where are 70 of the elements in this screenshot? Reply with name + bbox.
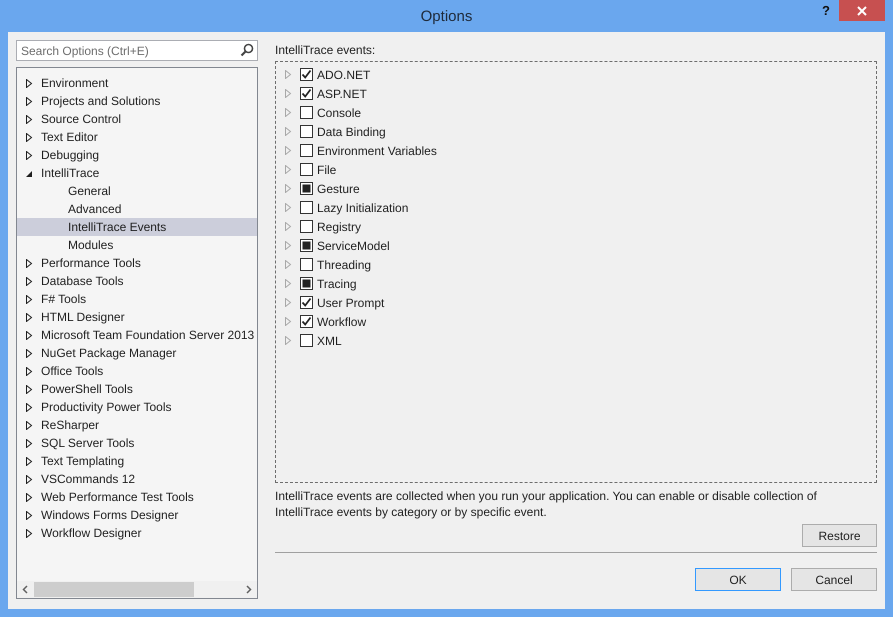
help-button[interactable]: ? xyxy=(813,0,839,21)
tree-item[interactable]: ReSharper xyxy=(17,416,257,434)
checkbox[interactable] xyxy=(300,258,313,271)
event-label: Console xyxy=(317,106,362,120)
window-title: Options xyxy=(420,8,472,24)
checkbox[interactable] xyxy=(300,201,313,214)
event-label: Registry xyxy=(317,220,362,234)
event-label: ASP.NET xyxy=(317,86,367,100)
event-label: Data Binding xyxy=(317,124,386,138)
checkbox[interactable] xyxy=(300,87,313,100)
tree-item[interactable]: Microsoft Team Foundation Server 2013 xyxy=(17,326,257,344)
dialog-button[interactable]: Cancel xyxy=(791,568,877,591)
search-field[interactable]: Search Options (Ctrl+E) xyxy=(16,40,258,61)
tree-item[interactable]: Windows Forms Designer xyxy=(17,506,257,524)
event-label: File xyxy=(317,162,336,176)
tree-item[interactable]: Office Tools xyxy=(17,362,257,380)
event-label: ServiceModel xyxy=(317,238,390,252)
checkbox[interactable] xyxy=(300,125,313,138)
event-label: Gesture xyxy=(317,182,360,196)
tree-item[interactable]: Advanced xyxy=(17,200,257,218)
checkbox[interactable] xyxy=(300,220,313,233)
tree-item[interactable]: IntelliTrace xyxy=(17,164,257,182)
tree-item[interactable]: VSCommands 12 xyxy=(17,470,257,488)
checkbox[interactable] xyxy=(300,68,313,81)
tree-item[interactable]: Environment xyxy=(17,74,257,92)
tree-item[interactable]: SQL Server Tools xyxy=(17,434,257,452)
checkbox[interactable] xyxy=(300,163,313,176)
search-icon xyxy=(240,43,254,57)
tree-item[interactable]: Text Templating xyxy=(17,452,257,470)
checkbox[interactable] xyxy=(300,334,313,347)
description-text: IntelliTrace events are collected when you run your application. You can enable or disable collection of IntelliTrace events by category or by specific event. xyxy=(275,488,818,520)
tree-item[interactable]: Web Performance Test Tools xyxy=(17,488,257,506)
event-label: ADO.NET xyxy=(317,68,370,82)
tree-item[interactable]: Modules xyxy=(17,236,257,254)
checkbox[interactable] xyxy=(300,182,313,195)
events-label: IntelliTrace events: xyxy=(275,43,376,59)
tree-item[interactable]: Productivity Power Tools xyxy=(17,398,257,416)
tree-item[interactable]: IntelliTrace Events xyxy=(17,218,257,236)
event-label: Lazy Initialization xyxy=(317,200,408,214)
event-label: User Prompt xyxy=(317,296,384,310)
event-label: XML xyxy=(317,334,342,348)
checkbox[interactable] xyxy=(300,277,313,290)
tree-item[interactable]: Workflow Designer xyxy=(17,524,257,542)
event-label: Workflow xyxy=(317,314,366,328)
checkbox[interactable] xyxy=(300,315,313,328)
checkbox[interactable] xyxy=(300,106,313,119)
tree-item[interactable]: Text Editor xyxy=(17,128,257,146)
tree-item[interactable]: Source Control xyxy=(17,110,257,128)
tree-item[interactable]: PowerShell Tools xyxy=(17,380,257,398)
tree-item[interactable]: Database Tools xyxy=(17,272,257,290)
tree-item[interactable]: Performance Tools xyxy=(17,254,257,272)
event-label: Environment Variables xyxy=(317,144,437,158)
tree-item[interactable]: HTML Designer xyxy=(17,308,257,326)
restore-button[interactable]: Restore xyxy=(802,524,877,547)
event-label: Threading xyxy=(317,258,372,272)
checkbox[interactable] xyxy=(300,296,313,309)
close-button[interactable] xyxy=(839,0,885,21)
tree-item[interactable]: F# Tools xyxy=(17,290,257,308)
tree-item[interactable]: Debugging xyxy=(17,146,257,164)
tree-item[interactable]: NuGet Package Manager xyxy=(17,344,257,362)
checkbox[interactable] xyxy=(300,239,313,252)
event-label: Tracing xyxy=(317,276,357,290)
tree-item[interactable]: Projects and Solutions xyxy=(17,92,257,110)
dialog-button[interactable]: OK xyxy=(695,568,781,591)
scrollbar-thumb[interactable] xyxy=(34,582,194,597)
horizontal-scrollbar[interactable] xyxy=(17,581,257,598)
close-icon xyxy=(857,6,867,16)
checkbox[interactable] xyxy=(300,144,313,157)
tree-item[interactable]: General xyxy=(17,182,257,200)
expanded-triangle-icon[interactable] xyxy=(25,168,33,178)
